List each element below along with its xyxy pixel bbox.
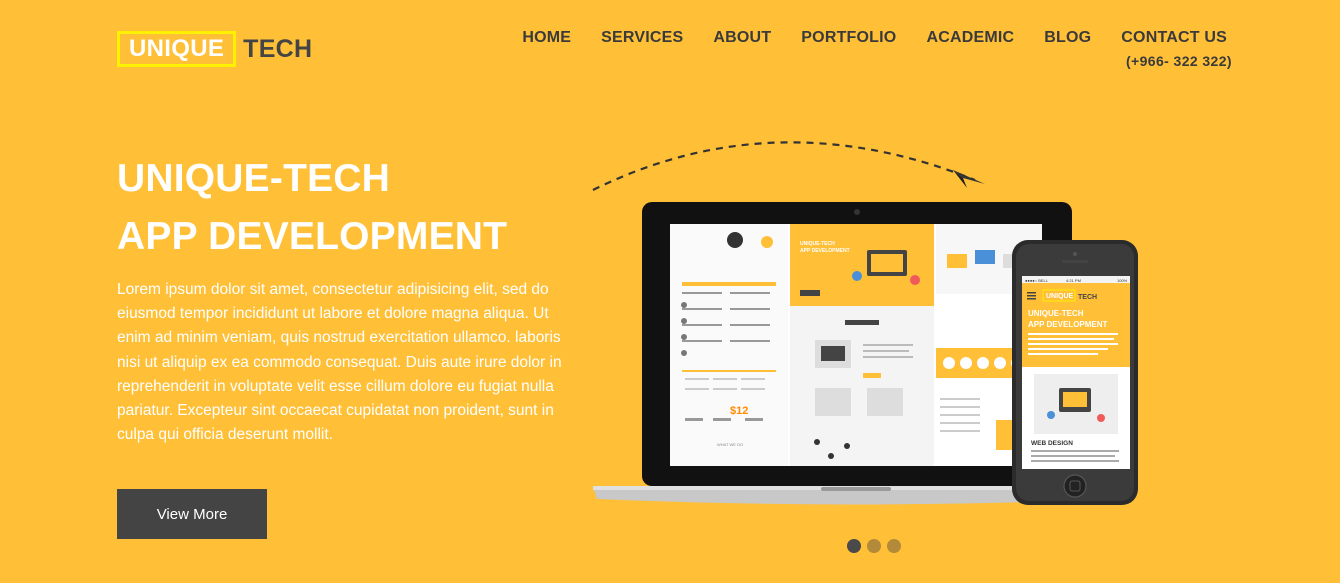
nav-home[interactable]: HOME <box>522 28 571 48</box>
phone-mockup: ●●●●○ BELL 4:21 PM 100% UNIQUE TECH UNIQ… <box>1012 240 1138 505</box>
slider-dot-2[interactable] <box>867 539 881 553</box>
laptop-price: $12 <box>730 405 748 417</box>
nav-academic[interactable]: ACADEMIC <box>926 28 1014 48</box>
phone-section-title: WEB DESIGN <box>1031 440 1073 447</box>
phone-status-battery: 100% <box>1117 278 1128 283</box>
paper-plane-icon <box>953 170 985 188</box>
hero-title-line1: UNIQUE-TECH <box>117 157 391 200</box>
hero-title: UNIQUE-TECH APP DEVELOPMENT <box>117 150 507 266</box>
phone-status-time: 4:21 PM <box>1066 278 1081 283</box>
site-logo[interactable]: UNIQUE TECH <box>117 31 312 67</box>
hero-title-line2: APP DEVELOPMENT <box>117 215 508 258</box>
laptop-section-label: WHAT WE DO <box>717 442 743 447</box>
dashed-arc <box>592 141 976 191</box>
phone-hero-line2: APP DEVELOPMENT <box>1028 320 1108 329</box>
nav-services[interactable]: SERVICES <box>601 28 683 48</box>
laptop-hero-line2: APP DEVELOPMENT <box>800 248 850 254</box>
logo-rest-text: TECH <box>243 34 313 63</box>
hero-description: Lorem ipsum dolor sit amet, consectetur … <box>117 281 562 444</box>
view-more-button[interactable]: View More <box>117 489 267 539</box>
slider-dot-1[interactable] <box>847 539 861 553</box>
nav-about[interactable]: ABOUT <box>713 28 771 48</box>
laptop-hero-line1: UNIQUE-TECH <box>800 241 835 247</box>
phone-number: (+966- 322 322) <box>1125 53 1232 69</box>
logo-boxed-text: UNIQUE <box>117 31 237 67</box>
nav-contact-us[interactable]: CONTACT US <box>1121 28 1227 48</box>
devices-illustration: $12 WHAT WE DO UNIQUE-TECH APP DEVELOPME… <box>592 141 1138 505</box>
nav-portfolio[interactable]: PORTFOLIO <box>801 28 896 48</box>
main-nav: HOME SERVICES ABOUT PORTFOLIO ACADEMIC B… <box>522 28 1227 48</box>
phone-status-carrier: ●●●●○ BELL <box>1025 278 1049 283</box>
slider-dot-3[interactable] <box>887 539 901 553</box>
slider-dots <box>847 539 901 553</box>
phone-hero-line1: UNIQUE-TECH <box>1028 309 1084 318</box>
phone-logo-boxed: UNIQUE <box>1046 293 1074 300</box>
nav-blog[interactable]: BLOG <box>1044 28 1091 48</box>
phone-logo-rest: TECH <box>1078 294 1097 301</box>
